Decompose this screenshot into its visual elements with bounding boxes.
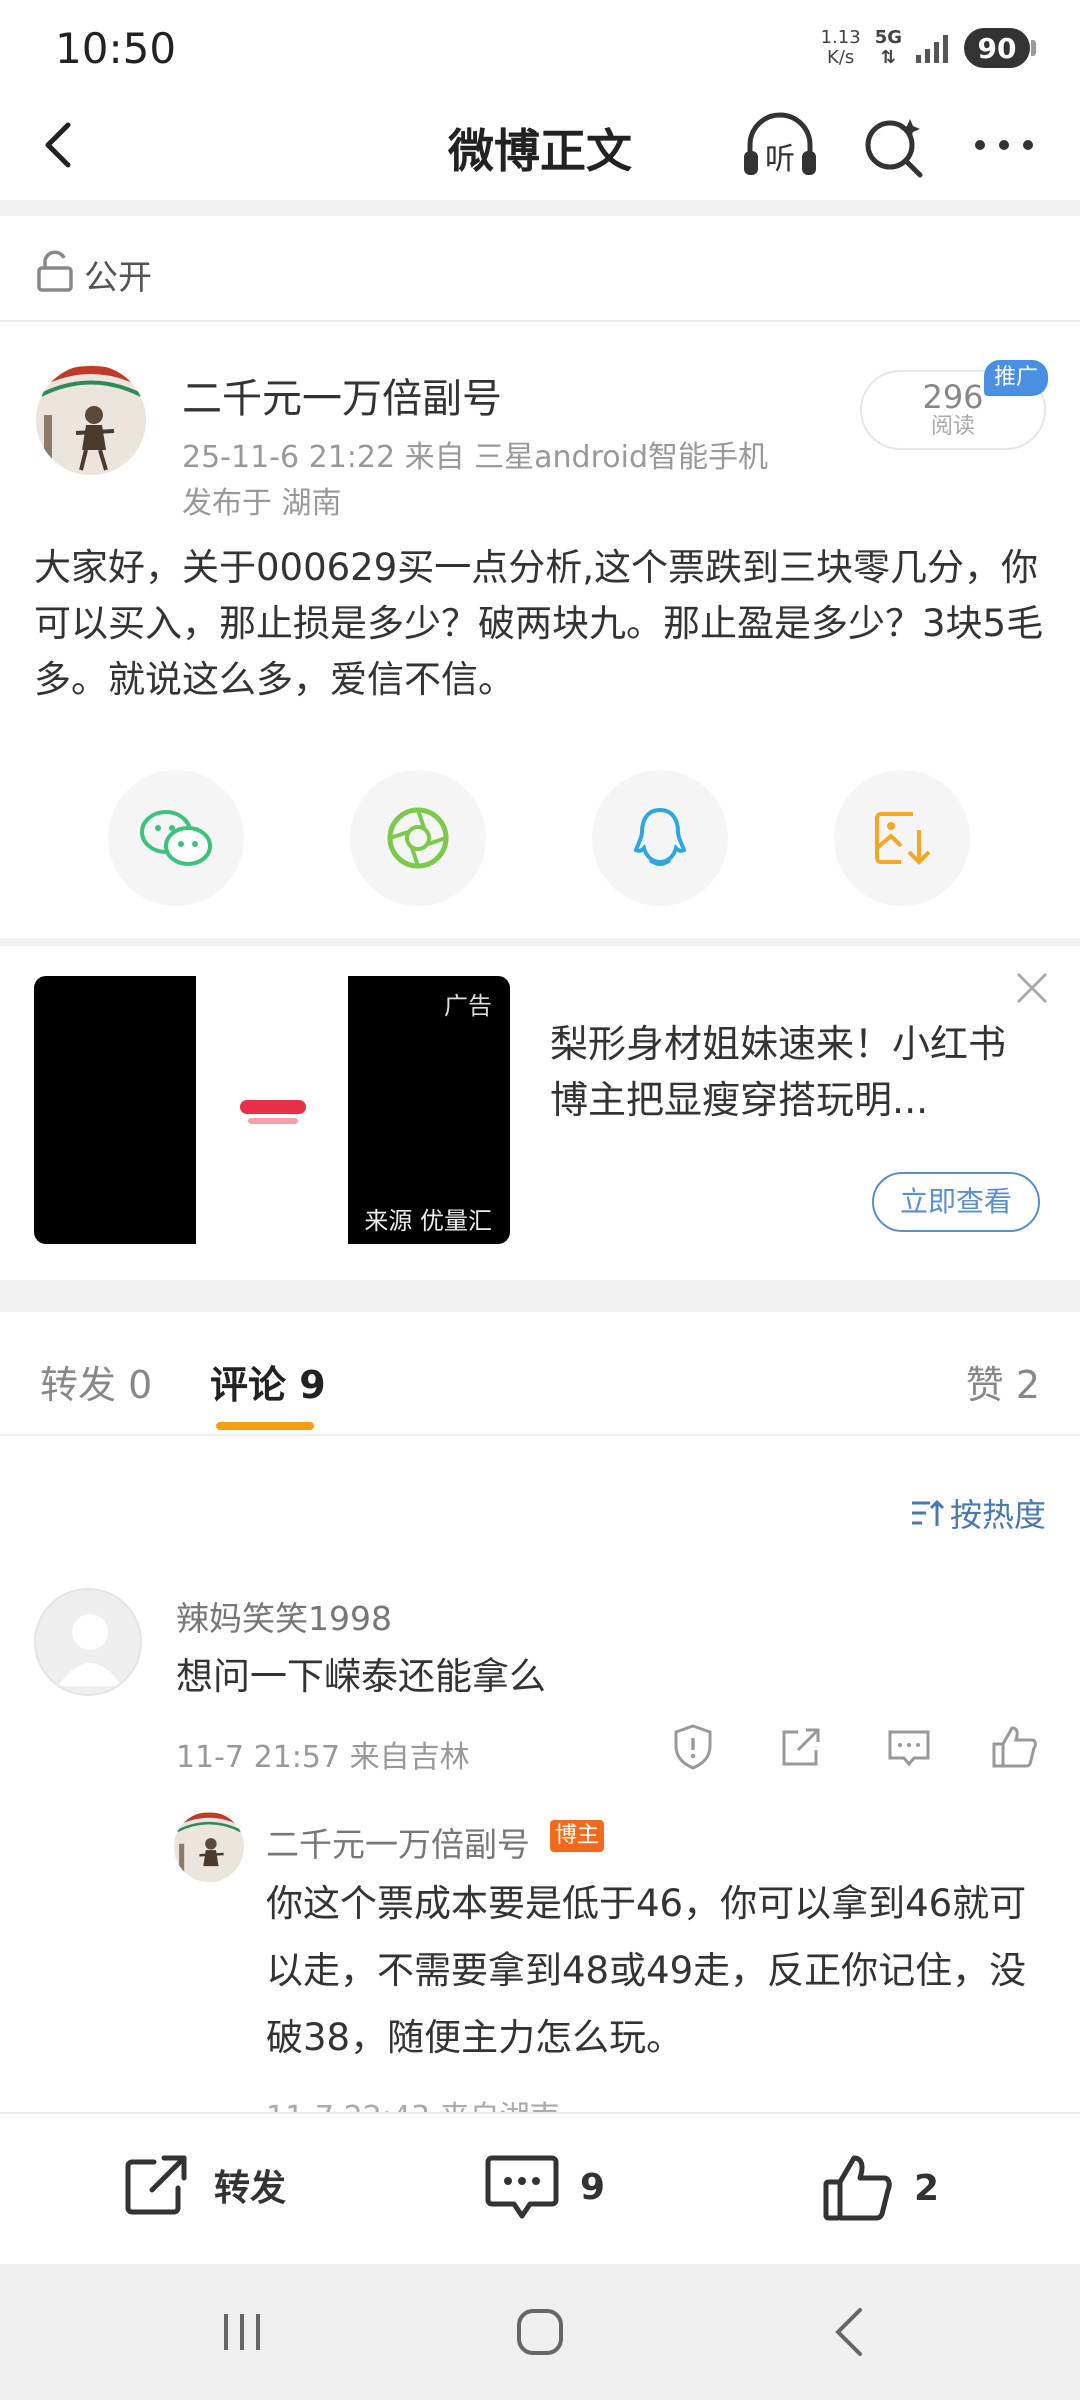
blogger-badge: 博主 bbox=[550, 1820, 604, 1852]
share-qq-button[interactable] bbox=[592, 770, 728, 906]
ad-brand-logo-sub bbox=[248, 1118, 298, 1124]
status-time: 10:50 bbox=[55, 24, 177, 73]
like-button[interactable]: 2 bbox=[822, 2152, 939, 2224]
interaction-tabs: 转发 0 评论 9 赞 2 bbox=[0, 1312, 1080, 1436]
comment-meta: 11-7 21:57 来自吉林 bbox=[176, 1740, 470, 1775]
promo-badge: 推广 bbox=[984, 360, 1048, 396]
comment-icon bbox=[485, 2155, 559, 2219]
system-nav-bar bbox=[0, 2264, 1080, 2400]
battery-level: 90 bbox=[977, 31, 1017, 65]
network-indicator: 5G ⇅ bbox=[875, 28, 902, 68]
battery-indicator: 90 bbox=[964, 28, 1036, 68]
tab-like[interactable]: 赞 2 bbox=[966, 1354, 1040, 1409]
sort-icon bbox=[911, 1499, 944, 1526]
like-icon bbox=[823, 2155, 892, 2221]
repost-comment-icon[interactable] bbox=[776, 1722, 826, 1772]
save-image-icon bbox=[875, 812, 931, 865]
recent-apps-icon[interactable] bbox=[218, 2308, 266, 2356]
save-image-button[interactable] bbox=[834, 770, 970, 906]
post-meta: 25-11-6 21:22 来自 三星android智能手机 bbox=[182, 440, 768, 475]
nav-bar: 微博正文 听 bbox=[0, 95, 1080, 200]
active-tab-indicator bbox=[216, 1422, 314, 1430]
repost-button[interactable]: 转发 bbox=[122, 2152, 286, 2218]
net-speed-unit: K/s bbox=[827, 47, 855, 68]
more-icon[interactable] bbox=[968, 115, 1040, 175]
ad-tag: 广告 bbox=[444, 992, 492, 1020]
qq-icon bbox=[633, 807, 687, 866]
post-body: 大家好，关于000629买一点分析,这个票跌到三块零几分，你可以买入，那止损是多… bbox=[34, 546, 1044, 701]
status-icons: 1.13 K/s 5G ⇅ 90 bbox=[821, 22, 1036, 74]
share-wechat-button[interactable] bbox=[108, 770, 244, 906]
network-type: 5G bbox=[874, 27, 902, 48]
status-bar: 10:50 1.13 K/s 5G ⇅ 90 bbox=[0, 0, 1080, 95]
ad-brand-logo bbox=[240, 1100, 306, 1114]
home-icon[interactable] bbox=[514, 2306, 566, 2358]
default-avatar-icon bbox=[58, 1614, 122, 1686]
net-speed-value: 1.13 bbox=[820, 27, 861, 48]
data-arrows-icon: ⇅ bbox=[880, 47, 896, 68]
listen-headphone-icon[interactable]: 听 bbox=[740, 109, 820, 185]
divider bbox=[0, 200, 1080, 216]
listen-label: 听 bbox=[765, 142, 795, 177]
system-back-icon[interactable] bbox=[826, 2306, 874, 2358]
tab-repost[interactable]: 转发 0 bbox=[40, 1354, 152, 1409]
bottom-action-bar: 转发 9 2 bbox=[0, 2112, 1080, 2264]
ad-title[interactable]: 梨形身材姐妹速来！小红书博主把显瘦穿搭玩明... bbox=[550, 1016, 1020, 1128]
comment-button[interactable]: 9 bbox=[484, 2152, 605, 2222]
sort-button[interactable]: 按热度 bbox=[910, 1490, 1046, 1536]
repost-label: 转发 bbox=[214, 2168, 287, 2209]
like-count: 2 bbox=[914, 2167, 940, 2209]
avatar-image bbox=[174, 1812, 244, 1882]
report-icon[interactable] bbox=[668, 1722, 718, 1772]
author-avatar[interactable] bbox=[36, 365, 146, 475]
divider bbox=[0, 1280, 1080, 1312]
read-label: 阅读 bbox=[930, 414, 975, 439]
like-comment-icon[interactable] bbox=[990, 1722, 1040, 1772]
commenter-avatar[interactable] bbox=[34, 1588, 142, 1696]
signal-icon bbox=[916, 35, 948, 63]
moments-icon bbox=[387, 807, 449, 869]
unlock-icon bbox=[37, 250, 73, 292]
ad-media-left bbox=[34, 976, 196, 1244]
comment-text: 想问一下嵘泰还能拿么 bbox=[176, 1655, 546, 1698]
comment-count: 9 bbox=[580, 2166, 606, 2208]
ad-view-button[interactable]: 立即查看 bbox=[872, 1172, 1040, 1232]
avatar-image bbox=[36, 365, 146, 475]
wechat-icon bbox=[140, 810, 212, 866]
close-icon[interactable] bbox=[1014, 970, 1050, 1006]
ad-source: 来源 优量汇 bbox=[364, 1207, 492, 1235]
search-icon[interactable] bbox=[858, 111, 930, 183]
commenter-name[interactable]: 辣妈笑笑1998 bbox=[176, 1592, 392, 1640]
sort-label: 按热度 bbox=[949, 1496, 1046, 1534]
net-speed: 1.13 K/s bbox=[821, 28, 861, 68]
author-name[interactable]: 二千元一万倍副号 bbox=[182, 366, 502, 424]
ad-media[interactable]: 广告 来源 优量汇 bbox=[34, 976, 510, 1244]
reply-author-avatar[interactable] bbox=[174, 1812, 244, 1882]
tab-comment[interactable]: 评论 9 bbox=[210, 1354, 326, 1409]
share-moments-button[interactable] bbox=[350, 770, 486, 906]
share-row bbox=[0, 770, 1080, 906]
reply-text: 你这个票成本要是低于46，你可以拿到46就可以走，不需要拿到48或49走，反正你… bbox=[266, 1882, 1027, 2059]
visibility-row: 公开 bbox=[0, 220, 1080, 322]
post-location: 发布于 湖南 bbox=[182, 486, 342, 521]
reply-icon[interactable] bbox=[884, 1722, 934, 1772]
visibility-label: 公开 bbox=[84, 258, 152, 298]
reply-author-name[interactable]: 二千元一万倍副号 bbox=[266, 1818, 530, 1866]
repost-icon bbox=[125, 2155, 187, 2215]
ad-card[interactable]: 广告 来源 优量汇 梨形身材姐妹速来！小红书博主把显瘦穿搭玩明... 立即查看 bbox=[0, 946, 1080, 1280]
divider bbox=[0, 938, 1080, 946]
reply-meta: 11-7 22:43 来自湖南 bbox=[266, 2092, 560, 2112]
